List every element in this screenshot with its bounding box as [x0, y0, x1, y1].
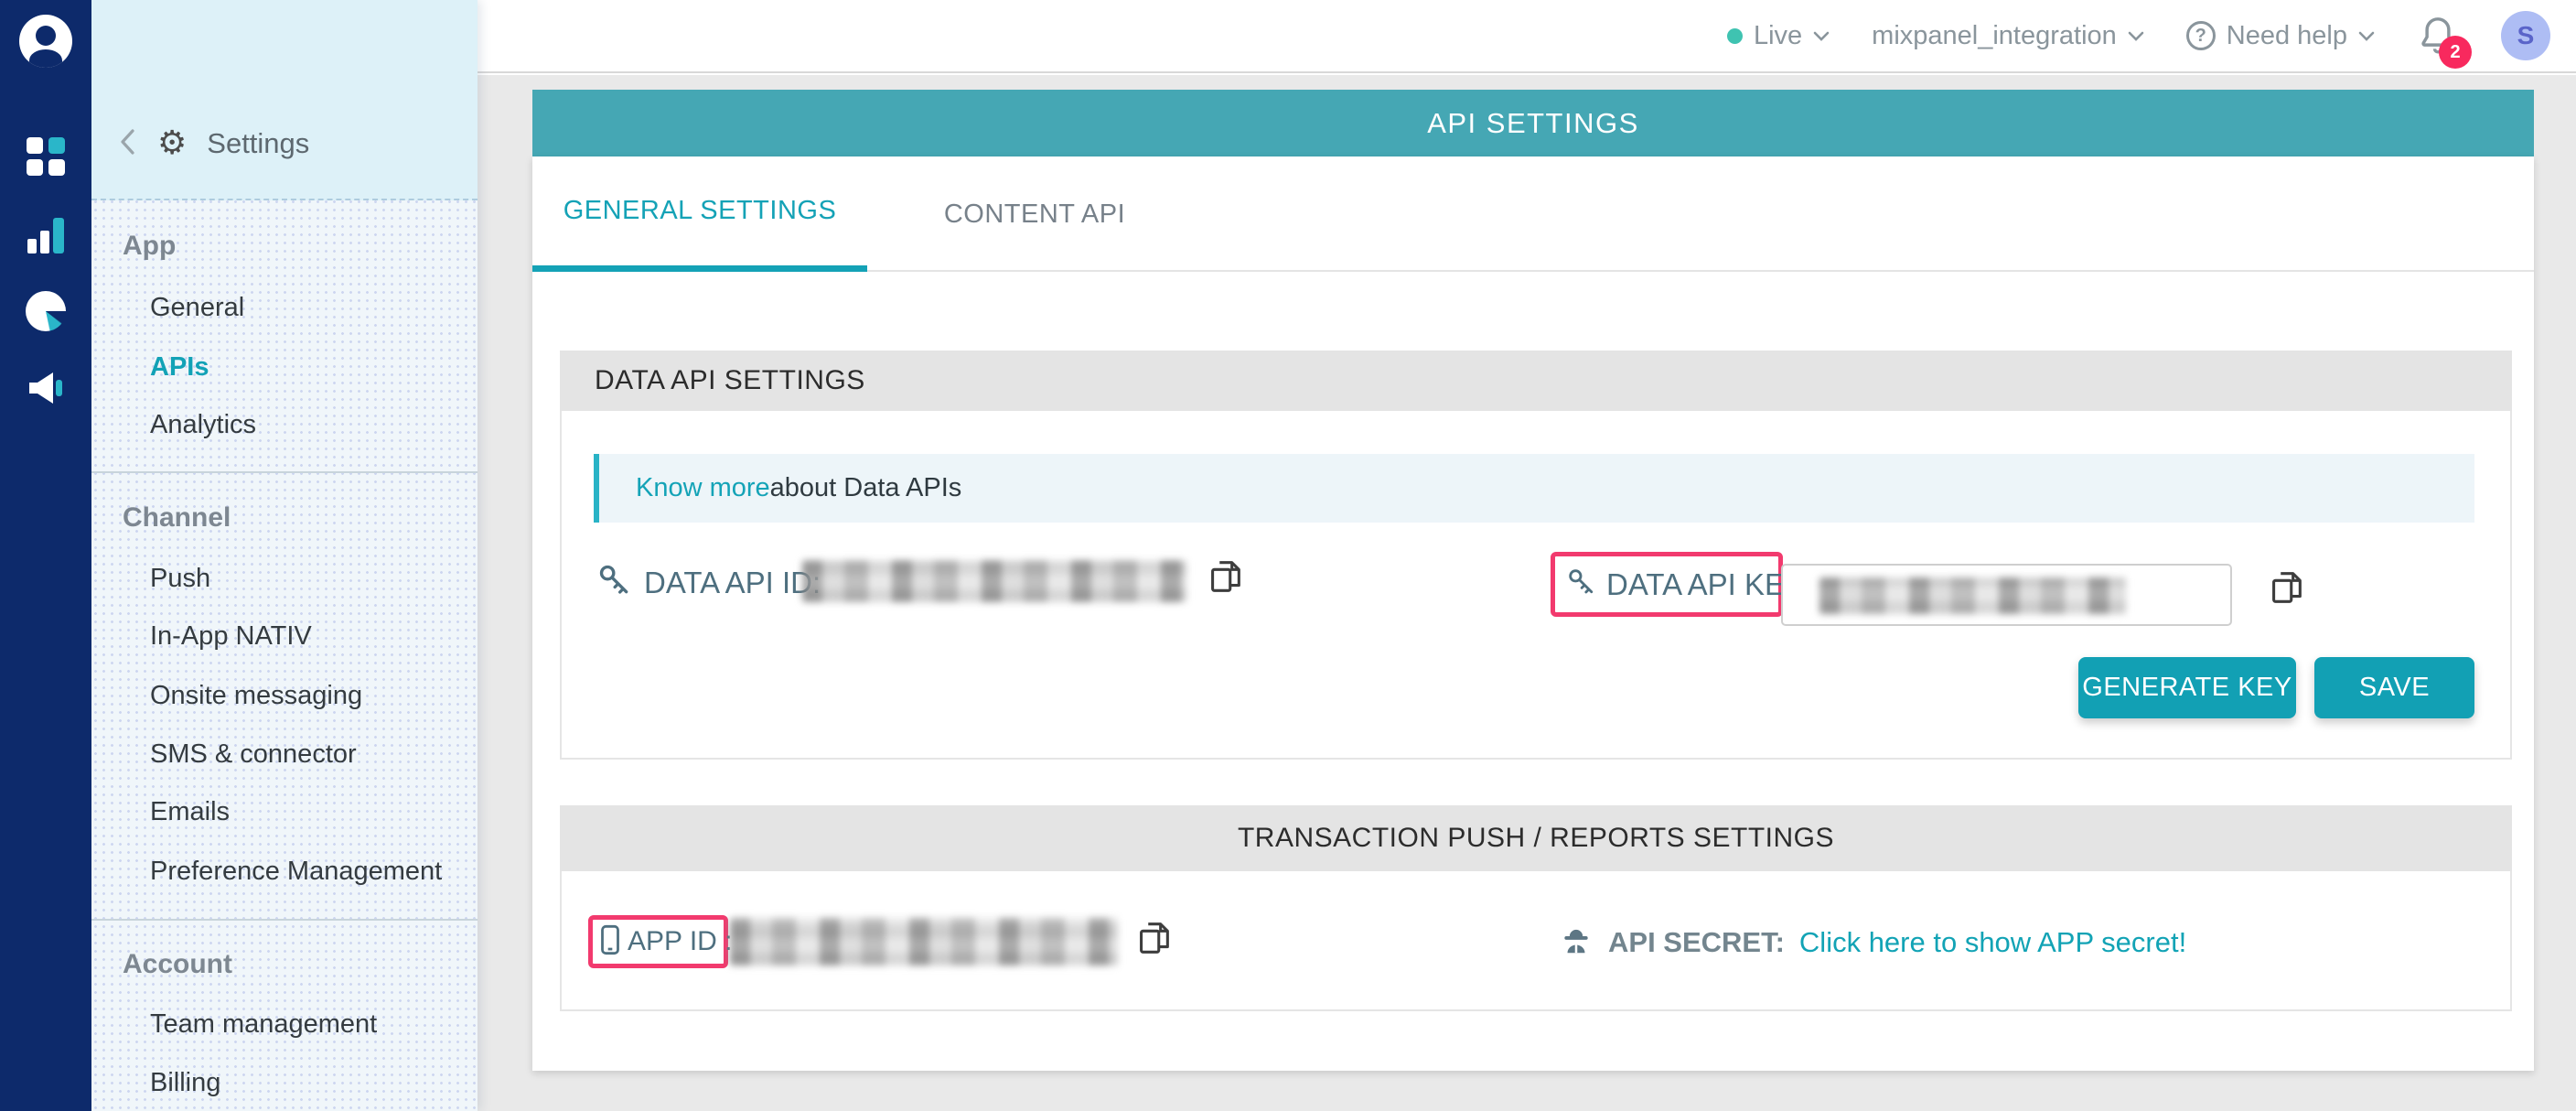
data-api-settings-header: DATA API SETTINGS — [560, 351, 2512, 411]
segments-pie-icon[interactable] — [24, 289, 68, 333]
gear-icon: ⚙ — [157, 127, 187, 160]
data-api-id-value-redacted — [802, 560, 1186, 602]
analytics-bars-icon[interactable] — [24, 213, 68, 257]
sidebar-item-inapp-nativ[interactable]: In-App NATIV — [150, 616, 312, 656]
top-bar: Live mixpanel_integration ? Need help 2 … — [478, 0, 2576, 73]
need-help-menu[interactable]: ? Need help — [2186, 21, 2375, 51]
know-more-text: about Data APIs — [770, 473, 962, 503]
brand-logo[interactable] — [19, 15, 72, 68]
sidebar-divider — [91, 471, 478, 473]
tab-general-settings[interactable]: GENERAL SETTINGS — [532, 156, 867, 272]
sidebar-section-app: App — [123, 226, 176, 266]
know-more-link[interactable]: Know more — [636, 473, 770, 503]
save-button[interactable]: SAVE — [2314, 657, 2474, 718]
phone-icon — [600, 924, 620, 960]
app-id-value-redacted — [730, 918, 1118, 965]
sidebar-item-billing[interactable]: Billing — [150, 1062, 220, 1103]
back-chevron-icon[interactable] — [119, 128, 137, 160]
notification-badge: 2 — [2439, 36, 2472, 69]
data-api-key-highlight-box: DATA API KEY: — [1551, 552, 1783, 617]
sidebar-item-onsite-messaging[interactable]: Onsite messaging — [150, 675, 362, 716]
data-api-key-value-redacted — [1819, 577, 2126, 614]
sidebar-item-preference-management[interactable]: Preference Management — [150, 851, 442, 891]
need-help-label: Need help — [2227, 21, 2347, 51]
sidebar-item-push[interactable]: Push — [150, 558, 210, 599]
sidebar-item-emails[interactable]: Emails — [150, 792, 230, 832]
data-api-settings-section: Know more about Data APIs DATA API ID: D… — [560, 411, 2512, 760]
campaigns-megaphone-icon[interactable] — [24, 366, 68, 410]
sidebar-item-apis[interactable]: APIs — [150, 347, 209, 387]
environment-dropdown[interactable]: Live — [1727, 21, 1830, 51]
sidebar-title: Settings — [207, 127, 309, 160]
apps-grid-icon[interactable] — [24, 135, 68, 178]
notifications-bell[interactable]: 2 — [2417, 12, 2459, 59]
chevron-down-icon — [2358, 31, 2375, 41]
copy-icon[interactable] — [1204, 556, 1246, 598]
tab-content-api[interactable]: CONTENT API — [867, 156, 1202, 272]
project-dropdown[interactable]: mixpanel_integration — [1872, 21, 2144, 51]
transaction-settings-header: TRANSACTION PUSH / REPORTS SETTINGS — [560, 805, 2512, 871]
sidebar-item-analytics[interactable]: Analytics — [150, 404, 256, 445]
generate-key-button[interactable]: GENERATE KEY — [2078, 657, 2296, 718]
key-icon — [596, 562, 633, 603]
show-app-secret-link[interactable]: Click here to show APP secret! — [1799, 926, 2186, 959]
environment-label: Live — [1754, 21, 1802, 51]
key-icon — [1566, 566, 1597, 602]
sidebar-item-general[interactable]: General — [150, 287, 244, 328]
chevron-down-icon — [1813, 31, 1830, 41]
data-api-id-label: DATA API ID: — [644, 565, 821, 601]
project-name: mixpanel_integration — [1872, 21, 2117, 51]
app-id-label: APP ID : — [628, 926, 733, 957]
sidebar-item-sms-connector[interactable]: SMS & connector — [150, 734, 357, 774]
page-title: API SETTINGS — [532, 90, 2534, 156]
copy-icon[interactable] — [1132, 917, 1175, 959]
live-status-dot-icon — [1727, 28, 1743, 44]
app-id-highlight-box: APP ID : — [588, 915, 728, 968]
copy-icon[interactable] — [2265, 566, 2307, 609]
sidebar-header: ⚙ Settings — [91, 0, 478, 200]
sidebar-section-channel: Channel — [123, 498, 231, 538]
api-settings-card: GENERAL SETTINGS CONTENT API DATA API SE… — [532, 156, 2534, 1071]
api-secret-label: API SECRET: — [1608, 926, 1785, 959]
tab-bar: GENERAL SETTINGS CONTENT API — [532, 156, 2534, 272]
api-secret-row: API SECRET: Click here to show APP secre… — [1559, 908, 2186, 976]
transaction-settings-section: APP ID : API SECRET: Click here to show … — [560, 871, 2512, 1011]
settings-sidebar: ⚙ Settings App General APIs Analytics Ch… — [91, 0, 478, 1111]
chevron-down-icon — [2128, 31, 2144, 41]
question-circle-icon: ? — [2186, 21, 2216, 50]
know-more-banner: Know more about Data APIs — [594, 454, 2474, 523]
sidebar-item-team-management[interactable]: Team management — [150, 1004, 377, 1044]
user-avatar[interactable]: S — [2501, 11, 2550, 60]
data-api-key-input[interactable] — [1781, 564, 2232, 626]
spy-icon — [1559, 922, 1594, 962]
sidebar-divider — [91, 919, 478, 921]
left-icon-rail — [0, 0, 91, 1111]
sidebar-section-account: Account — [123, 944, 232, 985]
